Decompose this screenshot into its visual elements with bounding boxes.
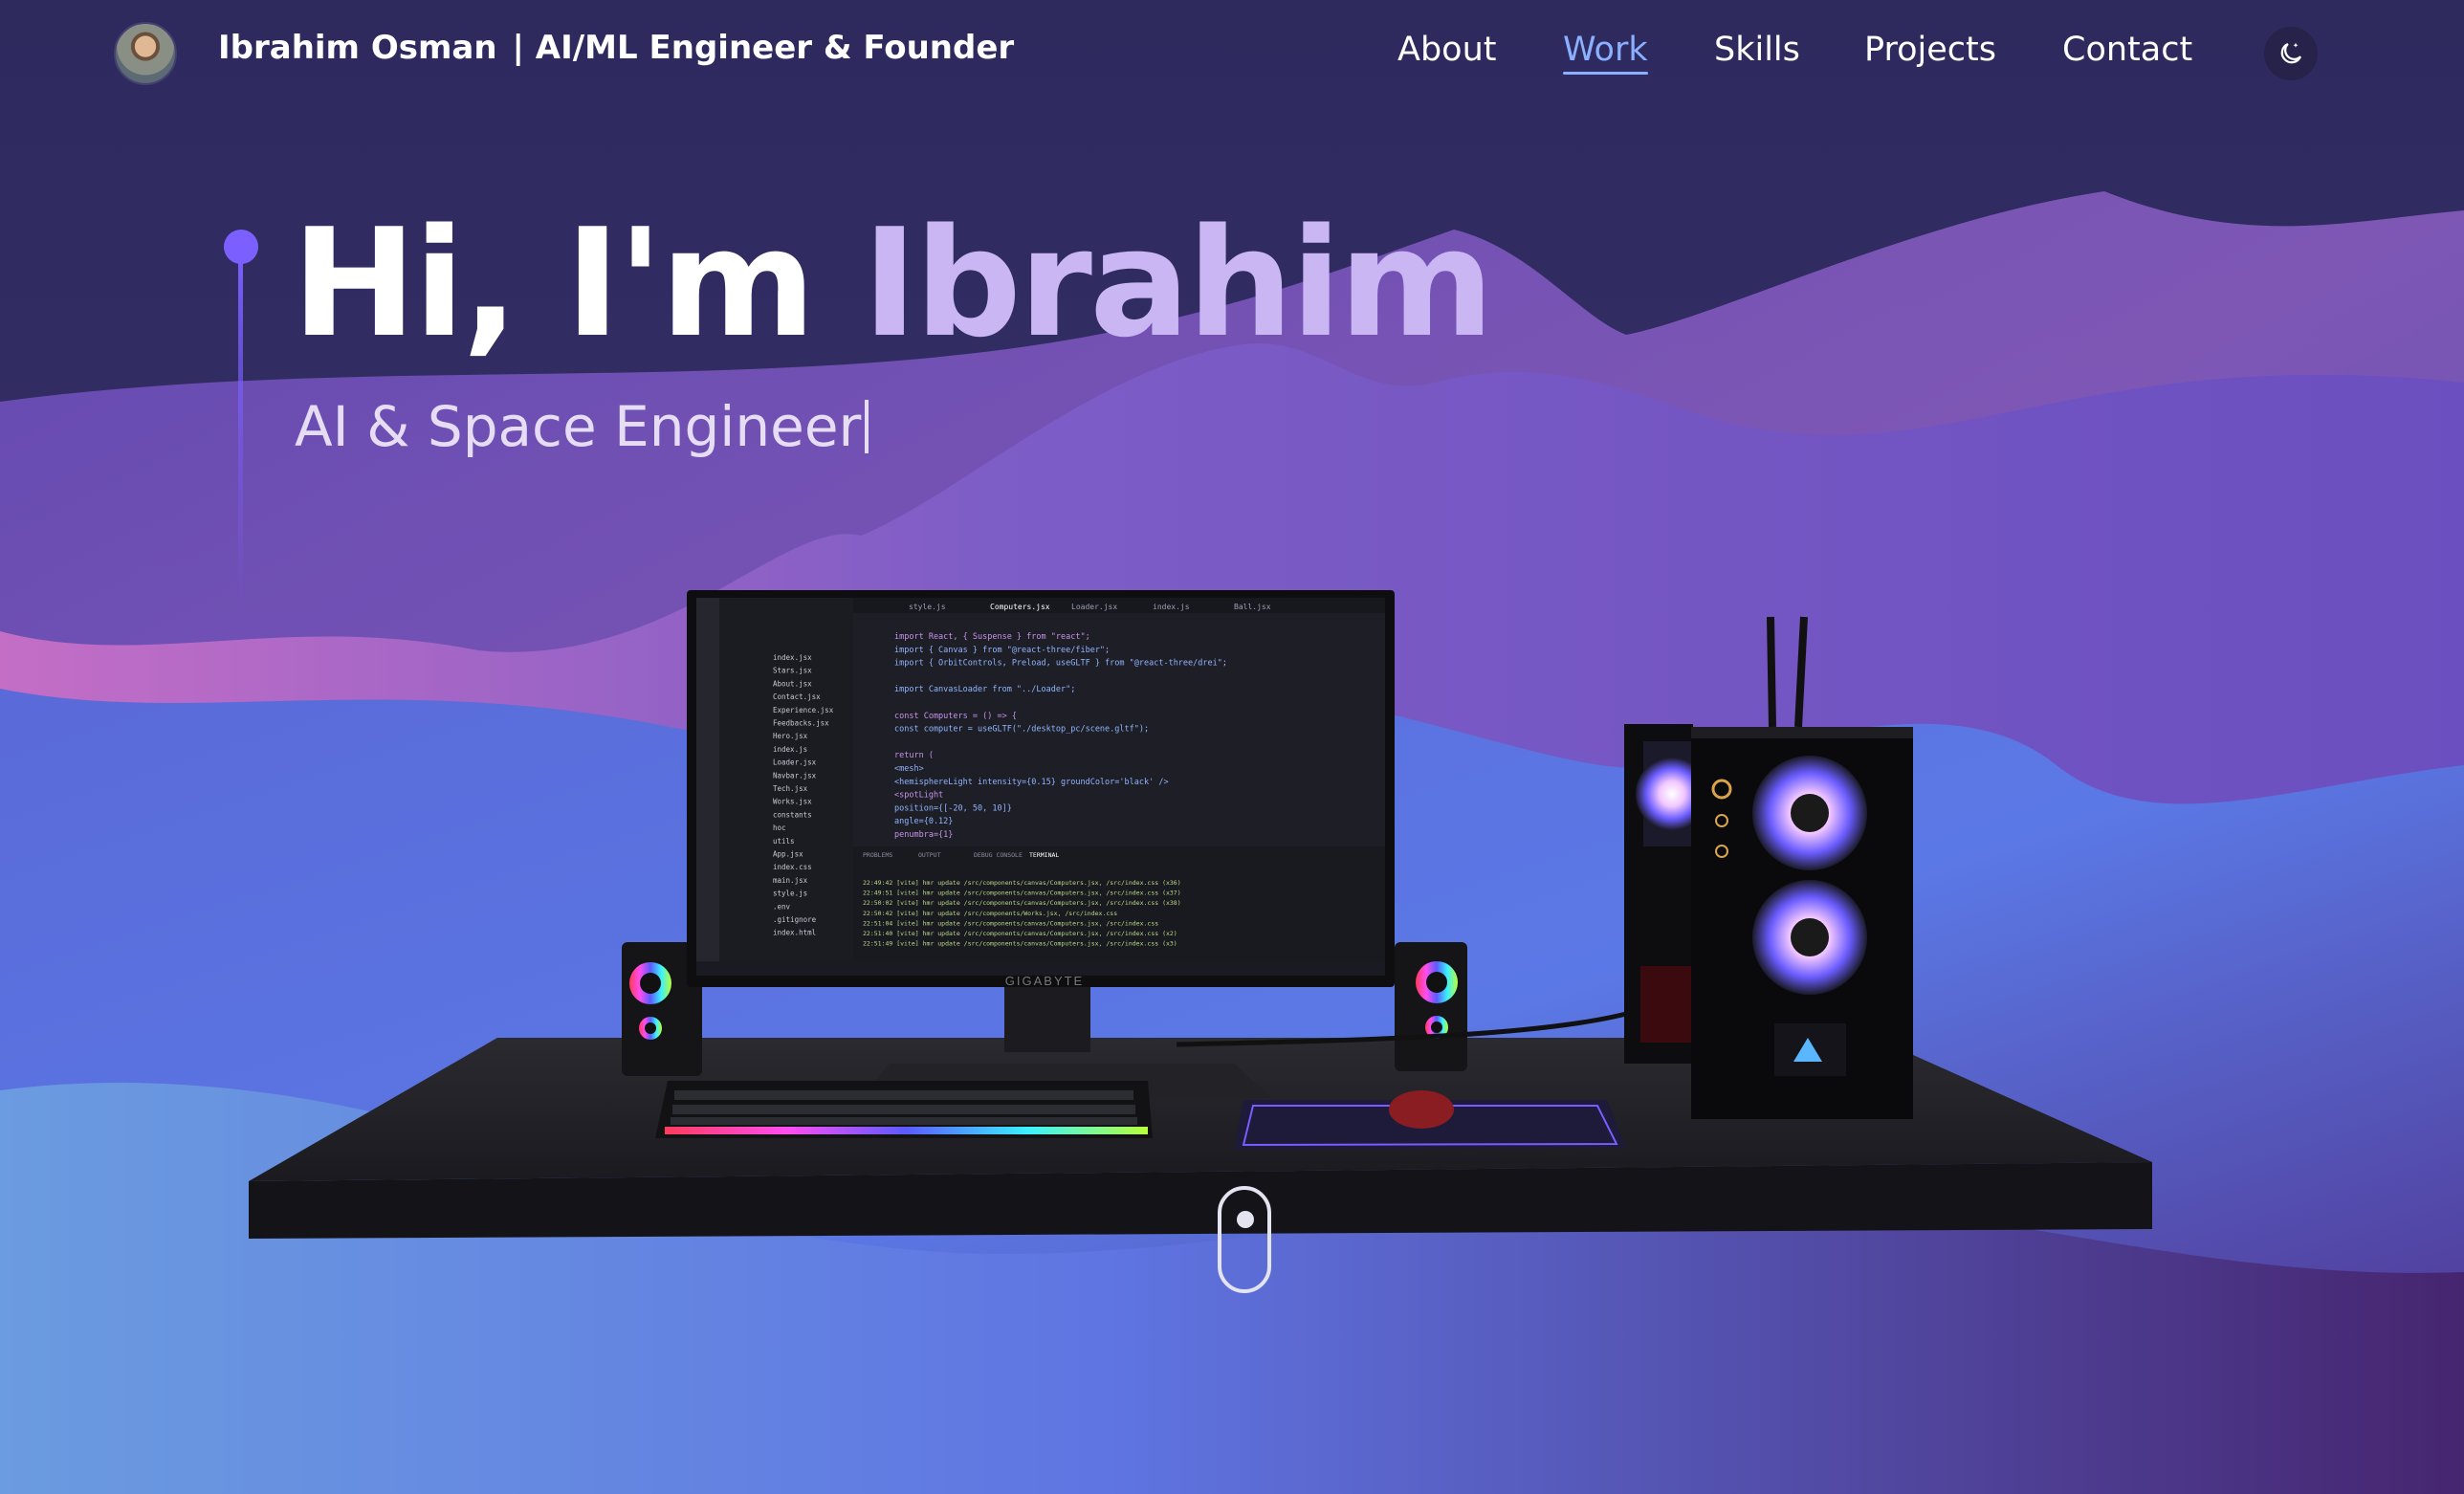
hero-subtitle-text: AI & Space Engineer — [295, 394, 862, 459]
theme-toggle-button[interactable] — [2264, 27, 2318, 80]
code-line: penumbra={1} — [894, 830, 953, 840]
code-line: angle={0.12} — [894, 817, 953, 826]
file-tree-item: About.jsx — [773, 679, 812, 688]
code-line: import CanvasLoader from "../Loader"; — [894, 685, 1075, 694]
file-tree-item: hoc — [773, 824, 786, 832]
right-speaker — [1395, 942, 1467, 1071]
moon-stars-icon — [2280, 42, 2302, 64]
code-line: <spotLight — [894, 791, 943, 801]
panel-tab: OUTPUT — [918, 851, 941, 859]
file-tree-item: index.html — [773, 929, 816, 937]
file-tree-item: utils — [773, 837, 795, 846]
nav-projects[interactable]: Projects — [1864, 31, 1996, 69]
code-line: <hemisphereLight intensity={0.15} ground… — [894, 778, 1169, 787]
file-tree-item: Experience.jsx — [773, 706, 834, 714]
file-tree-item: .gitignore — [773, 915, 817, 924]
hero-name: Ibrahim — [862, 196, 1494, 370]
panel-tab: PROBLEMS — [863, 851, 892, 859]
monitor-brand: GIGABYTE — [1005, 974, 1084, 988]
file-tree-item: index.js — [773, 745, 807, 754]
scroll-indicator-dot — [1237, 1211, 1254, 1228]
typing-cursor — [865, 400, 869, 453]
terminal-line: 22:51:04 [vite] hmr update /src/componen… — [863, 919, 1158, 927]
editor-tab: index.js — [1153, 603, 1190, 611]
file-tree-item: Feedbacks.jsx — [773, 719, 829, 728]
nav-contact[interactable]: Contact — [2062, 31, 2192, 69]
file-tree-item: Contact.jsx — [773, 692, 821, 701]
terminal-line: 22:50:02 [vite] hmr update /src/componen… — [863, 899, 1181, 907]
brand-name: Ibrahim Osman — [218, 29, 497, 67]
file-tree-item: Hero.jsx — [773, 732, 808, 740]
mouse — [1389, 1090, 1454, 1129]
navbar: Ibrahim Osman | AI/ML Engineer & Founder … — [0, 0, 2464, 107]
nav-skills[interactable]: Skills — [1714, 31, 1800, 69]
code-line: <mesh> — [894, 764, 924, 774]
hero-title: Hi, I'm Ibrahim — [292, 209, 1494, 358]
code-line: position={[-20, 50, 10]} — [894, 803, 1012, 813]
editor-tab: Loader.jsx — [1071, 603, 1117, 611]
file-tree-item: Tech.jsx — [773, 784, 808, 793]
terminal-line: 22:50:42 [vite] hmr update /src/componen… — [863, 910, 1117, 917]
panel-tab: TERMINAL — [1029, 851, 1059, 859]
hero-subtitle: AI & Space Engineer — [295, 394, 869, 459]
code-line: return ( — [894, 751, 934, 760]
terminal-line: 22:49:42 [vite] hmr update /src/componen… — [863, 879, 1181, 887]
hero-greeting: Hi, I'm — [292, 196, 816, 370]
code-line: const computer = useGLTF("./desktop_pc/s… — [894, 725, 1149, 735]
file-tree-item: index.jsx — [773, 653, 812, 662]
hero-accent-line — [238, 246, 243, 619]
editor-tab: style.js — [909, 603, 946, 611]
editor-tab: Computers.jsx — [990, 603, 1050, 611]
editor-tab: Ball.jsx — [1234, 603, 1271, 611]
terminal-line: 22:51:49 [vite] hmr update /src/componen… — [863, 940, 1177, 948]
nav-about[interactable]: About — [1397, 31, 1496, 69]
file-tree-item: Works.jsx — [773, 798, 812, 806]
file-tree-item: main.jsx — [773, 876, 808, 885]
site-brand[interactable]: Ibrahim Osman | AI/ML Engineer & Founder — [218, 29, 1014, 67]
scroll-down-button[interactable] — [1218, 1186, 1271, 1293]
terminal-line: 22:49:51 [vite] hmr update /src/componen… — [863, 890, 1181, 897]
file-tree-item: style.js — [773, 890, 807, 898]
code-line: import { OrbitControls, Preload, useGLTF… — [894, 659, 1227, 669]
file-tree-item: App.jsx — [773, 850, 803, 859]
file-tree-item: Navbar.jsx — [773, 771, 817, 780]
brand-role: | AI/ML Engineer & Founder — [512, 29, 1015, 67]
nav-work[interactable]: Work — [1563, 31, 1648, 75]
panel-tab: DEBUG CONSOLE — [974, 851, 1023, 859]
avatar[interactable] — [114, 22, 177, 85]
code-line: import { Canvas } from "@react-three/fib… — [894, 646, 1110, 655]
terminal-line: 22:51:40 [vite] hmr update /src/componen… — [863, 930, 1177, 937]
code-line: import React, { Suspense } from "react"; — [894, 632, 1090, 642]
code-line: const Computers = () => { — [894, 712, 1017, 721]
file-tree-item: .env — [773, 902, 791, 911]
file-tree-item: constants — [773, 810, 812, 819]
file-tree-item: Stars.jsx — [773, 667, 812, 675]
file-tree-item: index.css — [773, 863, 812, 871]
file-tree-item: Loader.jsx — [773, 758, 817, 767]
